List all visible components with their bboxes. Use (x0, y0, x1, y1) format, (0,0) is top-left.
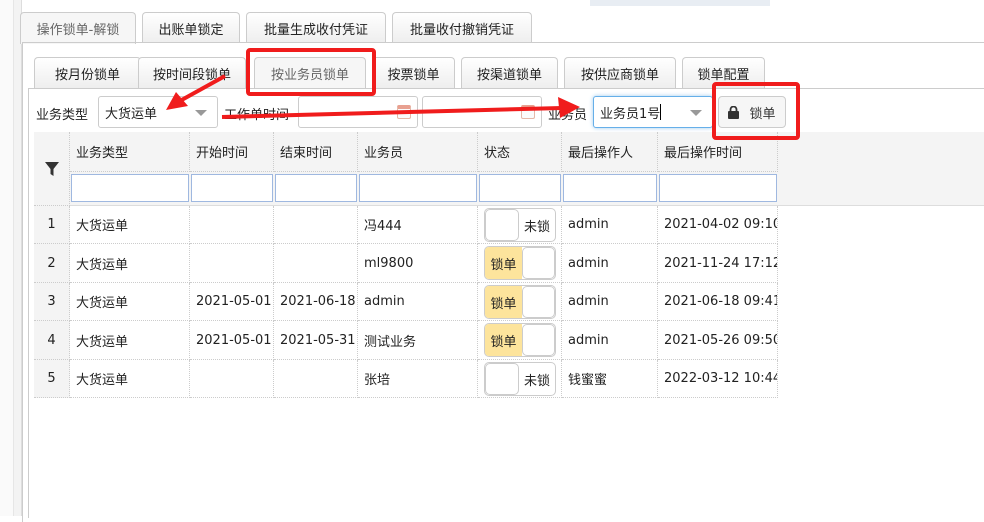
annotation-arrows (166, 74, 580, 119)
